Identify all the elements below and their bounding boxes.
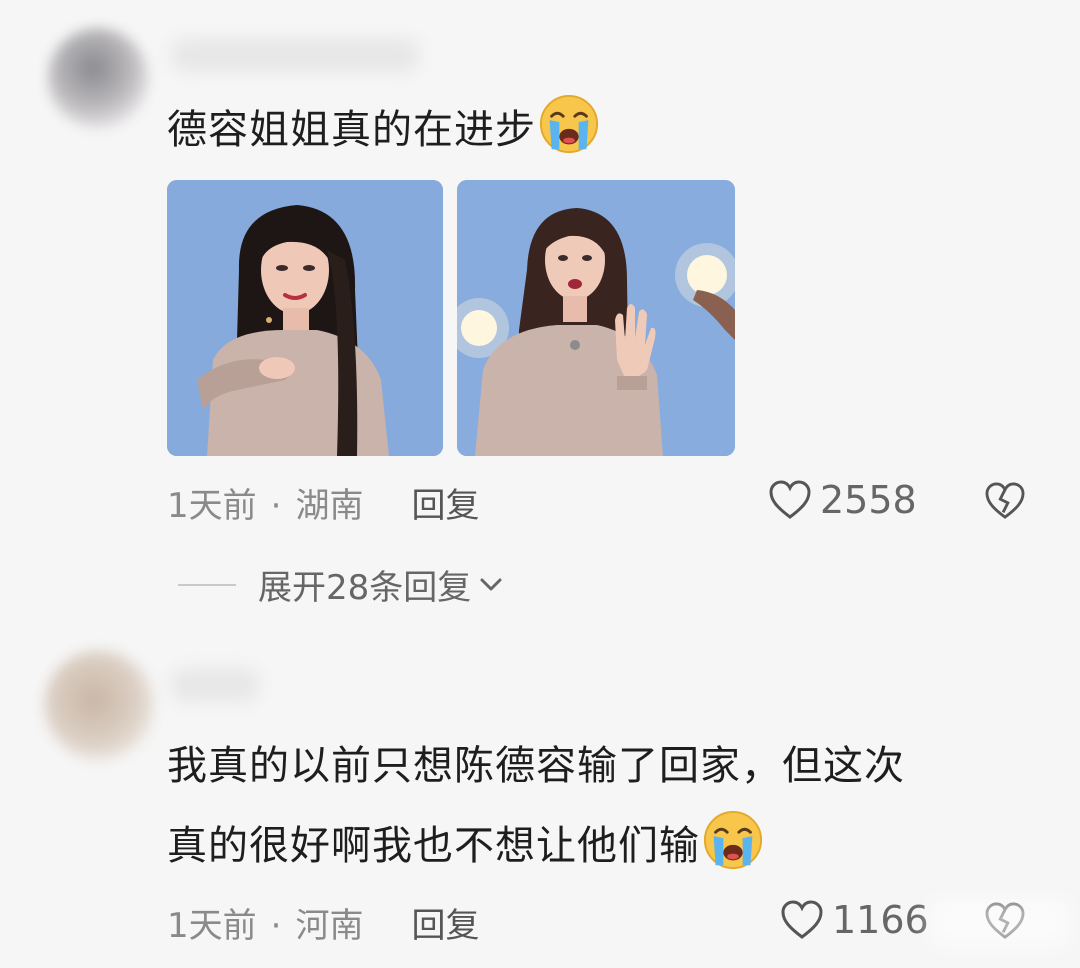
comment-photo-1[interactable] bbox=[167, 180, 443, 456]
comment-time: 1天前 bbox=[167, 906, 257, 946]
chevron-down-icon bbox=[480, 578, 502, 590]
watermark-blur bbox=[930, 898, 1070, 948]
comment-text-line-2: 真的很好啊我也不想让他们输 bbox=[167, 808, 764, 884]
like-count: 2558 bbox=[820, 478, 917, 522]
separator-dot: · bbox=[270, 906, 282, 946]
like-button[interactable]: 2558 bbox=[768, 478, 917, 522]
comment-location: 河南 bbox=[295, 906, 364, 946]
like-button[interactable]: 1166 bbox=[780, 898, 929, 942]
comment-meta: 1天前 · 湖南 回复 bbox=[167, 478, 479, 527]
expand-replies-button[interactable]: 展开28条回复 bbox=[178, 560, 505, 609]
dislike-broken-heart-icon[interactable] bbox=[984, 482, 1026, 520]
avatar[interactable] bbox=[44, 650, 154, 760]
separator-dot: · bbox=[270, 486, 282, 526]
performer-photo-image bbox=[167, 180, 443, 456]
avatar[interactable] bbox=[48, 28, 148, 128]
expand-replies-label: 展开28条回复 bbox=[258, 568, 472, 608]
comment-text-content: 真的很好啊我也不想让他们输 bbox=[167, 823, 700, 869]
performer-photo-image bbox=[457, 180, 735, 456]
reply-button[interactable]: 回复 bbox=[411, 486, 479, 526]
crying-emoji-icon bbox=[703, 810, 763, 870]
heart-icon bbox=[769, 480, 811, 519]
comment-location: 湖南 bbox=[295, 486, 364, 526]
expand-divider bbox=[178, 583, 236, 586]
username-blurred[interactable] bbox=[170, 38, 420, 72]
reply-button[interactable]: 回复 bbox=[411, 906, 479, 946]
comment-text-line-1: 我真的以前只想陈德容输了回家，但这次 bbox=[167, 728, 905, 804]
comment-time: 1天前 bbox=[167, 486, 257, 526]
comment-text: 德容姐姐真的在进步 bbox=[167, 92, 600, 168]
username-blurred[interactable] bbox=[170, 668, 260, 702]
comment-text-content: 德容姐姐真的在进步 bbox=[167, 107, 536, 153]
comment-meta: 1天前 · 河南 回复 bbox=[167, 898, 479, 947]
heart-icon bbox=[781, 900, 823, 939]
like-count: 1166 bbox=[832, 898, 929, 942]
crying-emoji-icon bbox=[539, 94, 599, 154]
comment-photo-2[interactable] bbox=[457, 180, 735, 456]
comment-text-content: 我真的以前只想陈德容输了回家，但这次 bbox=[167, 743, 905, 789]
